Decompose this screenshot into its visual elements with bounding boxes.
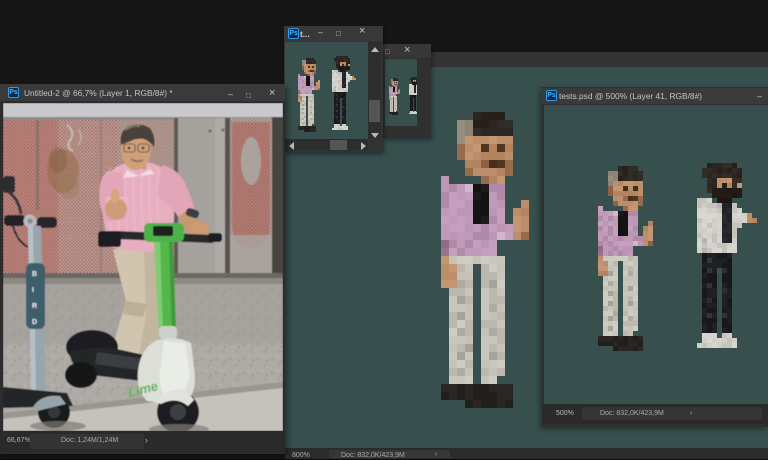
- svg-text:D: D: [32, 319, 37, 326]
- svg-text:R: R: [32, 303, 37, 310]
- svg-text:I: I: [32, 287, 34, 294]
- svg-text:B: B: [32, 271, 37, 278]
